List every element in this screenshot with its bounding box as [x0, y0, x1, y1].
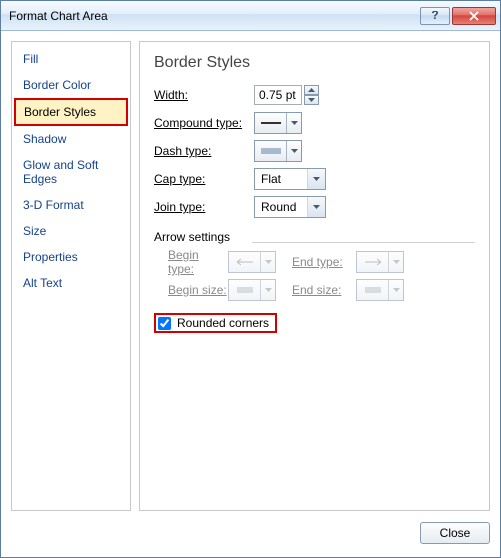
width-spin-up[interactable]: [304, 85, 319, 95]
chevron-down-icon: [307, 197, 325, 217]
width-spin-down[interactable]: [304, 95, 319, 105]
category-sidebar: Fill Border Color Border Styles Shadow G…: [11, 41, 131, 511]
arrow-settings-label: Arrow settings: [154, 230, 230, 244]
sidebar-item-label: Size: [23, 224, 46, 238]
sidebar-item-shadow[interactable]: Shadow: [14, 126, 128, 152]
sidebar-item-glow[interactable]: Glow and Soft Edges: [14, 152, 128, 192]
dialog-format-chart-area: Format Chart Area ? Fill Border Color Bo…: [0, 0, 501, 558]
sidebar-item-3d-format[interactable]: 3-D Format: [14, 192, 128, 218]
cap-type-value: Flat: [255, 172, 307, 186]
rounded-corners-label: Rounded corners: [177, 316, 269, 330]
close-window-button[interactable]: [452, 7, 496, 25]
close-button-label: Close: [440, 526, 471, 540]
chevron-down-icon: [389, 280, 403, 300]
sidebar-item-size[interactable]: Size: [14, 218, 128, 244]
sidebar-item-border-color[interactable]: Border Color: [14, 72, 128, 98]
rounded-corners-highlight: Rounded corners: [154, 313, 277, 333]
compound-single-line-icon: [255, 113, 287, 133]
end-size-label: End size:: [292, 283, 356, 297]
arrow-none-icon: [357, 252, 389, 272]
begin-type-dropdown: [228, 251, 276, 273]
dialog-body: Fill Border Color Border Styles Shadow G…: [1, 31, 500, 557]
end-type-dropdown: [356, 251, 404, 273]
sidebar-item-label: Shadow: [23, 132, 66, 146]
compound-type-dropdown[interactable]: [254, 112, 302, 134]
begin-type-label: Begin type:: [154, 248, 228, 276]
join-type-select[interactable]: Round: [254, 196, 326, 218]
rounded-corners-checkbox[interactable]: [158, 317, 171, 330]
sidebar-item-label: 3-D Format: [23, 198, 84, 212]
sidebar-item-label: Fill: [23, 52, 38, 66]
panel-border-styles: Border Styles Width: Compound type:: [139, 41, 490, 511]
chevron-down-icon: [287, 141, 301, 161]
titlebar: Format Chart Area ?: [1, 1, 500, 31]
cap-label: Cap type:: [154, 172, 254, 186]
chevron-down-icon: [261, 280, 275, 300]
dash-label: Dash type:: [154, 144, 254, 158]
help-button[interactable]: ?: [420, 7, 450, 25]
size-icon: [357, 280, 389, 300]
dash-type-dropdown[interactable]: [254, 140, 302, 162]
chevron-down-icon: [307, 169, 325, 189]
begin-size-dropdown: [228, 279, 276, 301]
begin-size-label: Begin size:: [154, 283, 228, 297]
arrow-none-icon: [229, 252, 261, 272]
sidebar-item-label: Border Color: [23, 78, 91, 92]
cap-type-select[interactable]: Flat: [254, 168, 326, 190]
chevron-down-icon: [287, 113, 301, 133]
compound-label: Compound type:: [154, 116, 254, 130]
sidebar-item-alt-text[interactable]: Alt Text: [14, 270, 128, 296]
panel-heading: Border Styles: [154, 54, 475, 72]
chevron-down-icon: [261, 252, 275, 272]
divider: [252, 242, 475, 243]
chevron-down-icon: [389, 252, 403, 272]
join-label: Join type:: [154, 200, 254, 214]
close-button[interactable]: Close: [420, 522, 490, 544]
end-type-label: End type:: [292, 255, 356, 269]
dash-solid-icon: [255, 141, 287, 161]
sidebar-item-fill[interactable]: Fill: [14, 46, 128, 72]
sidebar-item-label: Glow and Soft Edges: [23, 158, 98, 186]
join-type-value: Round: [255, 200, 307, 214]
svg-text:?: ?: [431, 11, 438, 21]
sidebar-item-label: Properties: [23, 250, 78, 264]
width-spinner[interactable]: [254, 85, 319, 105]
sidebar-item-properties[interactable]: Properties: [14, 244, 128, 270]
width-input[interactable]: [254, 85, 302, 105]
dialog-footer: Close: [11, 511, 490, 547]
sidebar-item-border-styles[interactable]: Border Styles: [14, 98, 128, 126]
window-title: Format Chart Area: [9, 9, 418, 23]
sidebar-item-label: Border Styles: [24, 105, 96, 119]
width-label: Width:: [154, 88, 254, 102]
size-icon: [229, 280, 261, 300]
end-size-dropdown: [356, 279, 404, 301]
sidebar-item-label: Alt Text: [23, 276, 62, 290]
